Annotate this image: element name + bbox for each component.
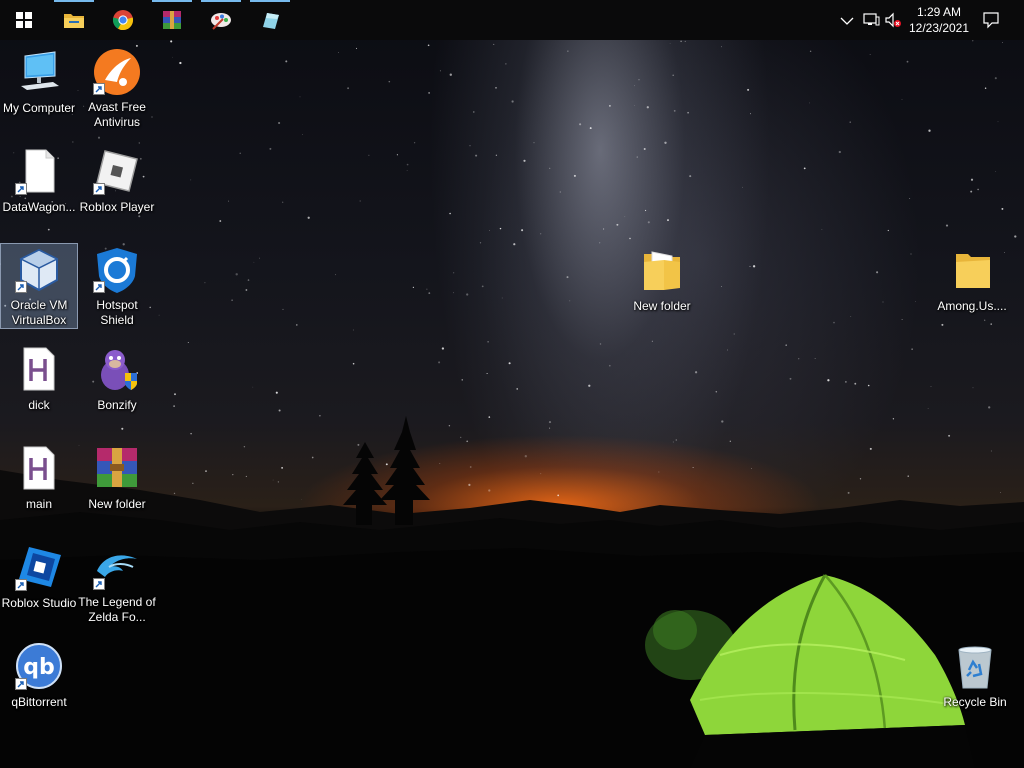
recycle-bin-icon [958,646,992,689]
desktop-icon-recycle-bin[interactable]: Recycle Bin [937,640,1013,724]
desktop-icon-among-us[interactable]: Among.Us.... [934,244,1010,328]
folder-icon [64,14,84,28]
desktop-icon-label: Recycle Bin [943,695,1007,709]
windows-logo-icon [16,12,32,28]
hex-file-icon [23,347,55,391]
desktop-icon-dick[interactable]: dick [1,343,77,427]
network-icon[interactable] [862,11,880,29]
paint-app-button[interactable] [197,0,245,40]
paint-palette-icon [211,13,231,30]
desktop-icon-main[interactable]: main [1,442,77,526]
winrar-button[interactable] [148,0,196,40]
hex-file-icon [23,446,55,490]
bonzi-icon [101,350,137,390]
volume-muted-icon[interactable] [884,11,902,29]
desktop-icon-qbittorrent[interactable]: qb qBittorrent [1,640,77,724]
desktop-icon-roblox-player[interactable]: Roblox Player [79,145,155,229]
winrar-archive-icon [97,448,137,487]
desktop-icon-datawagon[interactable]: DataWagon... [1,145,77,229]
desktop-icon-new-folder[interactable]: New folder [624,244,700,328]
shortcut-arrow-icon [93,83,105,95]
app-button[interactable] [246,0,294,40]
desktop-icon-label: Bonzify [97,398,137,412]
taskbar: 1:29 AM 12/23/2021 [0,0,1024,40]
svg-text:qb: qb [23,655,55,680]
desktop-icon-virtualbox[interactable]: Oracle VM VirtualBox [0,243,78,329]
desktop-icon-zelda[interactable]: The Legend of Zelda Fo... [78,541,156,625]
desktop-icon-label: main [25,497,52,511]
desktop-icon-my-computer[interactable]: My Computer [1,46,77,130]
chrome-button[interactable] [99,0,147,40]
desktop-icon-label: Hotspot Shield [96,298,138,327]
computer-icon [21,51,59,90]
desktop-icon-label: dick [28,398,50,412]
desktop-icon-label: DataWagon... [2,200,76,214]
chrome-icon [112,10,134,31]
winrar-icon [163,11,181,29]
desktop-icon-label: The Legend of Zelda Fo... [78,595,156,624]
shortcut-arrow-icon [93,183,105,195]
desktop-icon-avast[interactable]: Avast Free Antivirus [79,46,155,130]
desktop-icon-label: qBittorrent [11,695,67,709]
desktop-icon-label: Avast Free Antivirus [88,100,146,129]
desktop-icon-label: Among.Us.... [937,299,1007,313]
desktop-icon-bonzify[interactable]: Bonzify [79,343,155,427]
shortcut-arrow-icon [93,281,105,293]
clock[interactable]: 1:29 AM 12/23/2021 [902,4,976,36]
clock-time: 1:29 AM [916,5,962,19]
desktop-icon-label: New folder [88,497,146,511]
shortcut-arrow-icon [93,578,105,590]
desktop-icon-label: Roblox Player [79,200,155,214]
desktop-icon-new-folder-archive[interactable]: New folder [79,442,155,526]
desktop-icon-label: Roblox Studio [1,596,77,610]
shortcut-arrow-icon [15,678,27,690]
desktop-icon-roblox-studio[interactable]: Roblox Studio [1,541,77,625]
file-explorer-button[interactable] [50,0,98,40]
app-icon [263,13,279,29]
shortcut-arrow-icon [15,579,27,591]
desktop-icon-hotspot-shield[interactable]: Hotspot Shield [79,244,155,328]
chevron-up-icon[interactable] [838,11,856,29]
notifications-icon[interactable] [982,11,1000,29]
shortcut-arrow-icon [15,183,27,195]
folder-icon [956,254,990,288]
folder-icon [644,251,680,290]
desktop-icon-label: New folder [633,299,691,313]
desktop-icon-label: My Computer [2,101,76,115]
start-button[interactable] [0,0,48,40]
desktop-icon-label: Oracle VM VirtualBox [10,298,68,327]
clock-date: 12/23/2021 [908,21,970,35]
shortcut-arrow-icon [15,281,27,293]
